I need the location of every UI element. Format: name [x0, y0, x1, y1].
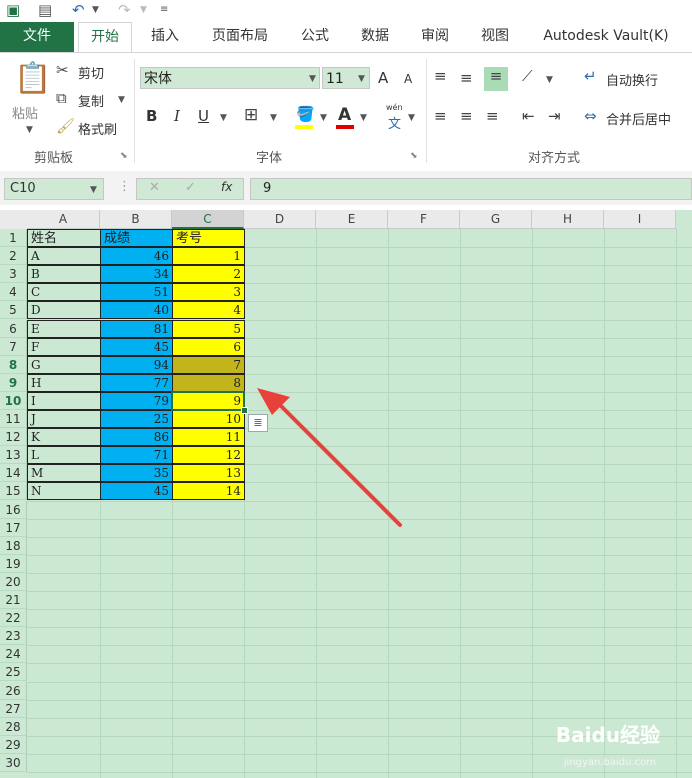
arrow-shaft: [273, 398, 402, 527]
watermark-url: jingyan.baidu.com: [563, 757, 656, 768]
annotation-arrow: [257, 388, 402, 527]
watermark-logo: Baidu经验: [555, 723, 660, 747]
